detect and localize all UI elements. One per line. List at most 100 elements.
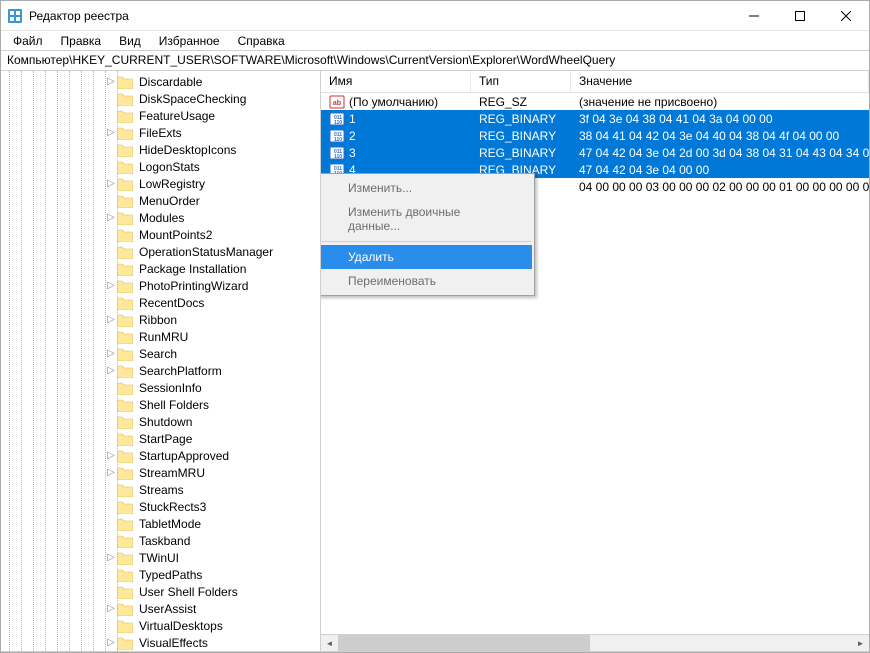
- tree-item-label: VirtualDesktops: [137, 619, 225, 633]
- value-data: 47 04 42 04 3e 04 00 00: [571, 163, 869, 177]
- app-icon: [7, 8, 23, 24]
- tree-item-label: DiskSpaceChecking: [137, 92, 248, 106]
- tree-item-label: PhotoPrintingWizard: [137, 279, 250, 293]
- folder-icon: [117, 398, 133, 412]
- expander-icon[interactable]: [105, 314, 117, 325]
- folder-icon: [117, 279, 133, 293]
- value-data: 3f 04 3e 04 38 04 41 04 3a 04 00 00: [571, 112, 869, 126]
- value-data: 38 04 41 04 42 04 3e 04 40 04 38 04 4f 0…: [571, 129, 869, 143]
- binary-value-icon: [329, 128, 345, 144]
- folder-icon: [117, 517, 133, 531]
- tree-pane[interactable]: DiscardableDiskSpaceCheckingFeatureUsage…: [1, 71, 321, 651]
- folder-icon: [117, 296, 133, 310]
- tree-item-label: LogonStats: [137, 160, 202, 174]
- expander-icon[interactable]: [105, 450, 117, 461]
- menu-file[interactable]: Файл: [5, 32, 51, 50]
- expander-icon[interactable]: [105, 467, 117, 478]
- menu-view[interactable]: Вид: [111, 32, 149, 50]
- folder-icon: [117, 330, 133, 344]
- folder-icon: [117, 109, 133, 123]
- menu-edit[interactable]: Правка: [53, 32, 110, 50]
- expander-icon[interactable]: [105, 178, 117, 189]
- maximize-button[interactable]: [777, 1, 823, 30]
- expander-icon[interactable]: [105, 552, 117, 563]
- values-pane: Имя Тип Значение (По умолчанию)REG_SZ(зн…: [321, 71, 869, 651]
- minimize-button[interactable]: [731, 1, 777, 30]
- tree-item-label: HideDesktopIcons: [137, 143, 238, 157]
- menu-help[interactable]: Справка: [230, 32, 293, 50]
- folder-icon: [117, 381, 133, 395]
- close-button[interactable]: [823, 1, 869, 30]
- context-separator: [321, 241, 531, 242]
- tree-item-label: TWinUI: [137, 551, 181, 565]
- folder-icon: [117, 534, 133, 548]
- tree-item-label: StartPage: [137, 432, 194, 446]
- value-name: 3: [349, 146, 356, 160]
- folder-icon: [117, 551, 133, 565]
- tree-item-label: SessionInfo: [137, 381, 204, 395]
- value-row[interactable]: 1REG_BINARY3f 04 3e 04 38 04 41 04 3a 04…: [321, 110, 869, 127]
- folder-icon: [117, 194, 133, 208]
- string-value-icon: [329, 94, 345, 110]
- tree-item-label: Search: [137, 347, 179, 361]
- menu-favorites[interactable]: Избранное: [151, 32, 228, 50]
- folder-icon: [117, 177, 133, 191]
- tree-item-label: Taskband: [137, 534, 192, 548]
- address-bar[interactable]: Компьютер\HKEY_CURRENT_USER\SOFTWARE\Mic…: [1, 51, 869, 71]
- expander-icon[interactable]: [105, 127, 117, 138]
- title-bar: Редактор реестра: [1, 1, 869, 31]
- expander-icon[interactable]: [105, 603, 117, 614]
- tree-item-label: StuckRects3: [137, 500, 208, 514]
- folder-icon: [117, 364, 133, 378]
- expander-icon[interactable]: [105, 348, 117, 359]
- tree-item-label: VisualEffects: [137, 636, 210, 650]
- expander-icon[interactable]: [105, 76, 117, 87]
- tree-item-label: Discardable: [137, 75, 204, 89]
- tree-item-label: UserAssist: [137, 602, 198, 616]
- column-name[interactable]: Имя: [321, 71, 471, 92]
- context-modify[interactable]: Изменить...: [321, 176, 532, 200]
- context-menu: Изменить... Изменить двоичные данные... …: [321, 173, 535, 296]
- expander-icon[interactable]: [105, 637, 117, 648]
- context-modify-binary[interactable]: Изменить двоичные данные...: [321, 200, 532, 238]
- folder-icon: [117, 211, 133, 225]
- expander-icon[interactable]: [105, 212, 117, 223]
- value-name: (По умолчанию): [349, 95, 438, 109]
- tree-item-label: StreamMRU: [137, 466, 207, 480]
- tree-item-label: Streams: [137, 483, 186, 497]
- horizontal-scrollbar[interactable]: ◄ ►: [321, 634, 869, 651]
- tree-item-label: User Shell Folders: [137, 585, 240, 599]
- folder-icon: [117, 619, 133, 633]
- list-header: Имя Тип Значение: [321, 71, 869, 93]
- context-rename[interactable]: Переименовать: [321, 269, 532, 293]
- folder-icon: [117, 228, 133, 242]
- value-row[interactable]: 3REG_BINARY47 04 42 04 3e 04 2d 00 3d 04…: [321, 144, 869, 161]
- expander-icon[interactable]: [105, 365, 117, 376]
- folder-icon: [117, 313, 133, 327]
- folder-icon: [117, 432, 133, 446]
- value-data: (значение не присвоено): [571, 95, 869, 109]
- tree-item-label: FileExts: [137, 126, 184, 140]
- tree-item-label: LowRegistry: [137, 177, 207, 191]
- expander-icon[interactable]: [105, 280, 117, 291]
- binary-value-icon: [329, 145, 345, 161]
- folder-icon: [117, 143, 133, 157]
- tree-item-label: OperationStatusManager: [137, 245, 275, 259]
- window-title: Редактор реестра: [29, 9, 731, 23]
- folder-icon: [117, 245, 133, 259]
- tree-item-label: Shutdown: [137, 415, 194, 429]
- tree-item-label: MountPoints2: [137, 228, 214, 242]
- value-name: 1: [349, 112, 356, 126]
- value-row[interactable]: (По умолчанию)REG_SZ(значение не присвое…: [321, 93, 869, 110]
- folder-icon: [117, 75, 133, 89]
- folder-icon: [117, 415, 133, 429]
- menu-bar: Файл Правка Вид Избранное Справка: [1, 31, 869, 51]
- tree-item-label: SearchPlatform: [137, 364, 224, 378]
- column-value[interactable]: Значение: [571, 71, 869, 92]
- value-row[interactable]: 2REG_BINARY38 04 41 04 42 04 3e 04 40 04…: [321, 127, 869, 144]
- context-delete[interactable]: Удалить: [321, 245, 532, 269]
- folder-icon: [117, 568, 133, 582]
- value-data: 47 04 42 04 3e 04 2d 00 3d 04 38 04 31 0…: [571, 146, 869, 160]
- folder-icon: [117, 636, 133, 650]
- column-type[interactable]: Тип: [471, 71, 571, 92]
